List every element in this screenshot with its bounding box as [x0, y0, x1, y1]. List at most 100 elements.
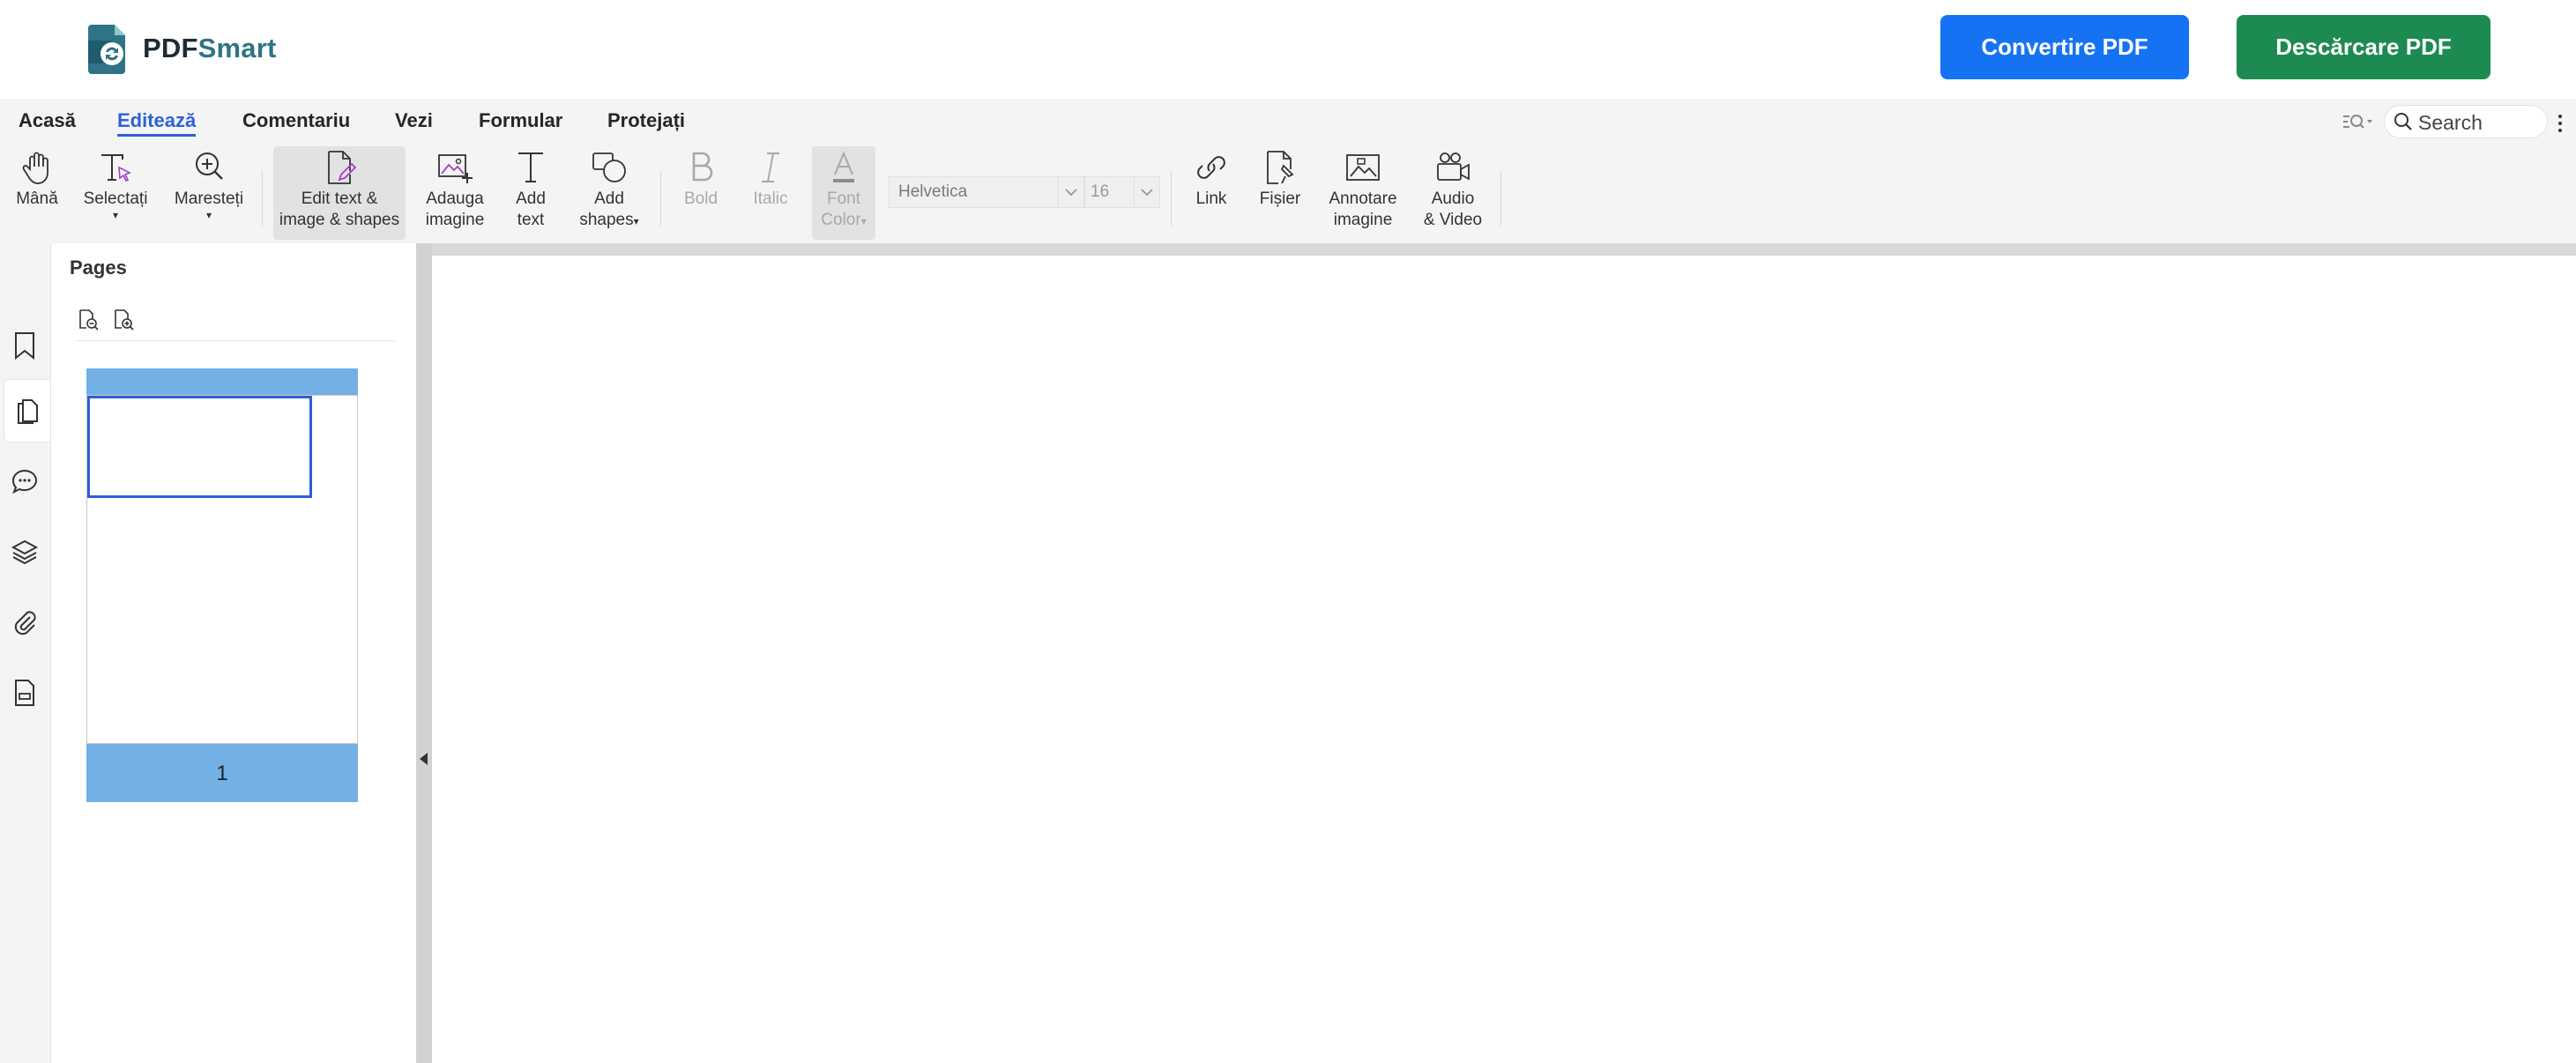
file-attach-button[interactable]: Fișier: [1254, 148, 1307, 210]
toolbar-separator: [262, 171, 263, 226]
thumbnail-highlight-top: [86, 368, 358, 395]
document-page[interactable]: [432, 256, 2576, 1063]
brand-name-part2: Smart: [197, 33, 277, 63]
font-color-button[interactable]: Font Color▾: [812, 146, 875, 240]
pages-icon: [18, 399, 38, 424]
pages-panel-toolbar: [76, 307, 136, 331]
add-shapes-label-line2: shapes▾: [571, 210, 647, 232]
edit-content-label-line2: image & shapes: [279, 211, 400, 229]
form-icon: [15, 680, 34, 706]
font-family-dropdown[interactable]: [1058, 177, 1083, 207]
tab-edit[interactable]: Editează: [117, 109, 197, 137]
document-viewer[interactable]: [432, 243, 2576, 1063]
brand-name-part1: PDF: [143, 33, 198, 63]
collapse-panel-icon[interactable]: [420, 753, 428, 765]
tab-home[interactable]: Acasă: [19, 109, 76, 132]
edit-document-icon: [328, 151, 357, 184]
left-sidebar-rail: [0, 243, 51, 1063]
add-shapes-label-line1: Add: [594, 190, 624, 208]
thumbnail-zoom-out-button[interactable]: [76, 307, 101, 331]
add-text-label-line1: Add: [516, 190, 546, 208]
select-tool-button[interactable]: Selectați ▾: [78, 148, 153, 220]
add-text-button[interactable]: Add text: [504, 148, 557, 231]
italic-icon: [762, 152, 779, 182]
edit-content-label-line1: Edit text &: [301, 190, 378, 208]
sidebar-item-forms[interactable]: [7, 675, 42, 710]
toolbar-separator: [1500, 171, 1501, 226]
tab-form[interactable]: Formular: [479, 109, 562, 132]
attachment-icon: [14, 611, 36, 636]
search-input[interactable]: [2416, 108, 2543, 137]
top-header: PDFSmart Convertire PDF Descărcare PDF: [0, 0, 2576, 99]
file-attach-icon: [1267, 151, 1294, 184]
audio-video-label-line2: & Video: [1423, 211, 1483, 229]
zoom-tool-button[interactable]: Maresteți ▾: [168, 148, 250, 220]
page-thumbnail[interactable]: 1: [86, 368, 358, 802]
video-camera-icon: [1437, 152, 1470, 181]
chevron-down-icon: [1065, 189, 1077, 197]
italic-button[interactable]: Italic: [742, 148, 799, 210]
select-dropdown-caret[interactable]: ▾: [78, 210, 153, 220]
link-label: Link: [1195, 190, 1227, 208]
image-annotation-label-line2: imagine: [1333, 211, 1393, 229]
font-color-icon: [833, 151, 854, 182]
sidebar-item-bookmarks[interactable]: [7, 328, 42, 363]
edit-content-button[interactable]: Edit text & image & shapes: [273, 146, 406, 240]
image-annotation-icon: [1346, 154, 1380, 181]
italic-label: Italic: [753, 190, 788, 208]
pages-panel-title: Pages: [70, 256, 127, 279]
font-size-dropdown[interactable]: [1134, 177, 1159, 207]
convert-pdf-button[interactable]: Convertire PDF: [1940, 15, 2189, 79]
add-shapes-button[interactable]: Add shapes▾: [571, 148, 647, 232]
brand-name: PDFSmart: [143, 33, 276, 64]
sidebar-item-layers[interactable]: [7, 534, 42, 569]
bold-label: Bold: [683, 190, 718, 208]
hand-tool-button[interactable]: Mână: [11, 148, 63, 210]
download-pdf-button[interactable]: Descărcare PDF: [2237, 15, 2490, 79]
add-text-label-line2: text: [517, 211, 545, 229]
bold-button[interactable]: Bold: [675, 148, 726, 210]
font-size-value: 16: [1091, 182, 1110, 201]
shapes-icon: [592, 152, 626, 182]
font-color-label-line2: Color▾: [812, 210, 875, 232]
more-options-icon[interactable]: [2557, 113, 2564, 134]
font-family-value: Helvetica: [898, 182, 968, 201]
pages-panel-divider: [76, 340, 395, 341]
toolbar-separator: [660, 171, 661, 226]
search-box[interactable]: [2384, 105, 2548, 138]
thumbnail-zoom-out-icon: [79, 309, 99, 331]
search-options[interactable]: [2340, 104, 2375, 139]
font-family-select[interactable]: Helvetica: [889, 176, 1084, 208]
app-logo[interactable]: PDFSmart: [83, 23, 276, 74]
font-color-dropdown-caret[interactable]: ▾: [861, 215, 867, 227]
page-number-label: 1: [216, 762, 228, 785]
thumbnail-viewport-indicator[interactable]: [87, 396, 312, 498]
zoom-dropdown-caret[interactable]: ▾: [168, 210, 250, 220]
shapes-dropdown-caret[interactable]: ▾: [634, 215, 639, 227]
image-annotation-label-line1: Annotare: [1329, 190, 1397, 208]
add-image-label-line1: Adauga: [426, 190, 484, 208]
add-image-label-line2: imagine: [425, 211, 485, 229]
add-image-button[interactable]: Adauga imagine: [420, 148, 490, 231]
sidebar-item-attachments[interactable]: [7, 605, 42, 640]
search-options-icon: [2343, 115, 2372, 129]
layers-icon: [11, 539, 39, 565]
panel-splitter[interactable]: [416, 243, 432, 1063]
zoom-tool-label: Maresteți: [174, 190, 244, 208]
thumbnail-zoom-in-icon: [115, 309, 134, 331]
font-size-select[interactable]: 16: [1084, 176, 1160, 208]
chevron-down-icon: [1141, 189, 1153, 197]
audio-video-button[interactable]: Audio & Video: [1416, 148, 1490, 231]
tab-comment[interactable]: Comentariu: [242, 109, 350, 132]
thumbnail-zoom-in-button[interactable]: [111, 307, 136, 331]
link-button[interactable]: Link: [1185, 148, 1238, 210]
text-select-icon: [101, 154, 131, 182]
tab-protect[interactable]: Protejați: [607, 109, 685, 132]
sidebar-item-pages[interactable]: [4, 379, 50, 442]
tab-view[interactable]: Vezi: [395, 109, 433, 132]
image-annotation-button[interactable]: Annotare imagine: [1322, 148, 1403, 231]
toolbar-separator: [1171, 171, 1172, 226]
hand-tool-label: Mână: [16, 190, 58, 208]
menu-bar: Acasă Editează Comentariu Vezi Formular …: [0, 99, 2576, 243]
sidebar-item-comments[interactable]: [7, 464, 42, 499]
